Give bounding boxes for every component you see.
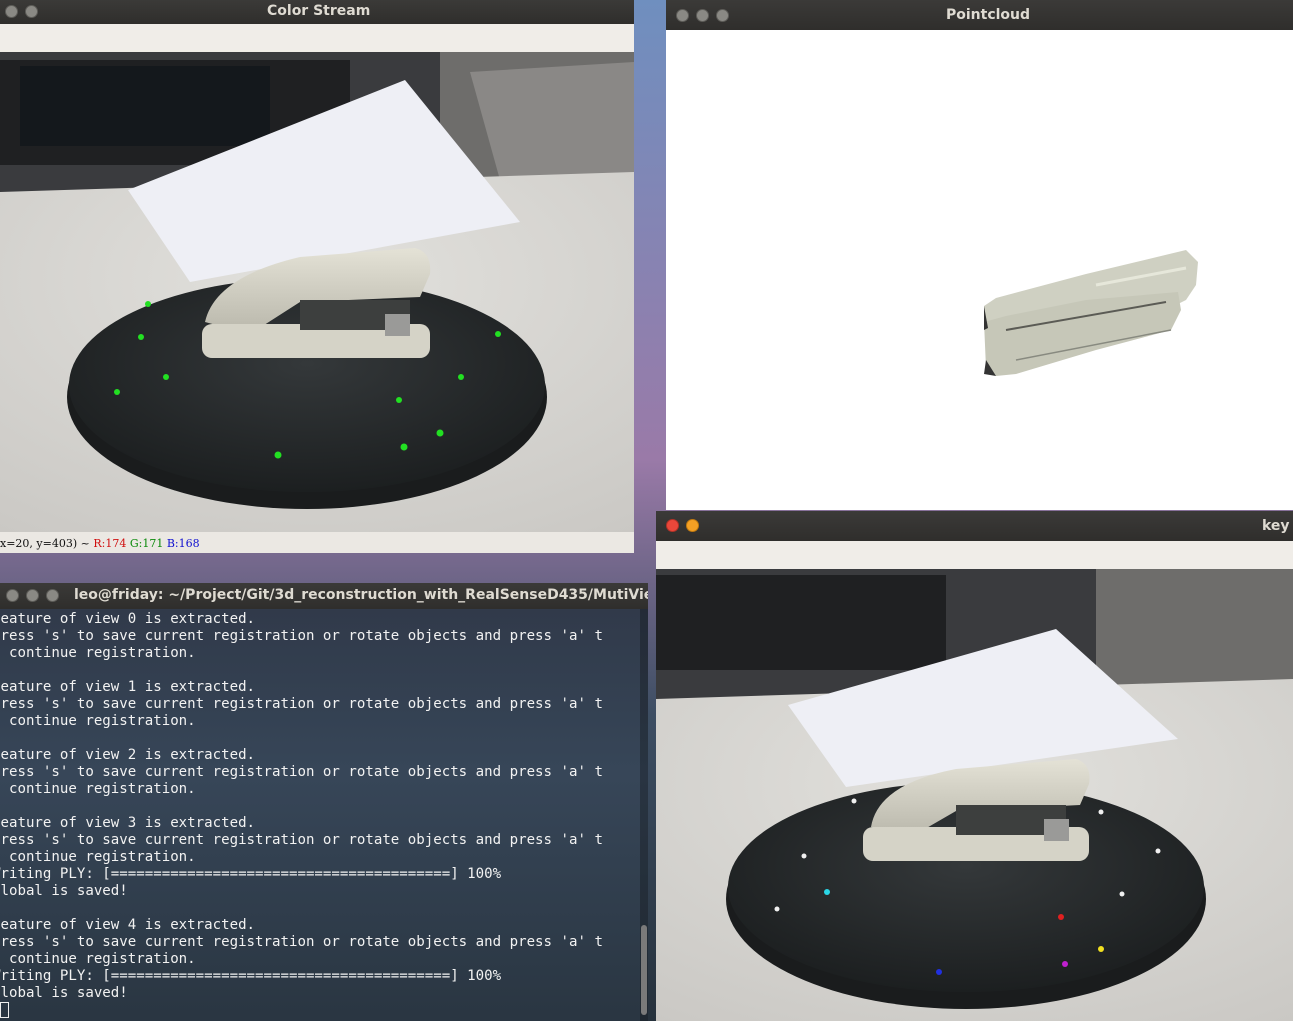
camera-scene [0,52,634,532]
close-button[interactable] [5,5,18,18]
green-value: G:171 [129,537,164,550]
terminal-output[interactable]: feature of view 0 is extracted. press 's'… [0,609,648,1021]
terminal-cursor [0,1002,9,1018]
terminal-line: Writing PLY: [==========================… [0,968,502,984]
minimize-button[interactable] [25,5,38,18]
blue-value: B:168 [166,537,200,550]
maximize-button[interactable] [716,9,729,22]
key-window: key [656,511,1293,1021]
minimize-button[interactable] [686,519,699,532]
image-toolbar [0,24,634,52]
terminal-line: feature of view 4 is extracted. [0,917,256,933]
terminal-line: 4 [0,730,648,747]
terminal-line: feature of view 2 is extracted. [0,747,256,763]
terminal-line: global is saved! [0,883,128,899]
terminal-line: press 's' to save current registration o… [0,764,603,780]
camera-image[interactable] [0,52,634,532]
terminal-scrollbar[interactable] [640,609,648,1021]
terminal-titlebar[interactable]: leo@friday: ~/Project/Git/3d_reconstruct… [0,583,648,609]
window-title: Color Stream [267,3,371,19]
color-stream-window: Color Stream x=20, y=403) ~ R:174 G:171 … [0,0,634,553]
terminal-line: o continue registration. [0,713,196,729]
red-value: R:174 [93,537,127,550]
close-button[interactable] [676,9,689,22]
terminal-line: press 's' to save current registration o… [0,934,603,950]
terminal-line: 5 [0,798,648,815]
pointcloud-window: Pointcloud [666,0,1293,510]
terminal-prompt-line[interactable] [0,1002,648,1019]
window-title: key [1262,518,1290,534]
terminal-line: feature of view 1 is extracted. [0,679,256,695]
pixel-info-status: x=20, y=403) ~ R:174 G:171 B:168 [0,537,200,553]
terminal-line: Writing PLY: [==========================… [0,866,502,882]
terminal-line: 6 [0,900,648,917]
window-title: Pointcloud [946,7,1031,23]
maximize-button[interactable] [46,589,59,602]
terminal-line: press 's' to save current registration o… [0,832,603,848]
minimize-button[interactable] [26,589,39,602]
keypoint-image[interactable] [656,569,1293,1021]
terminal-line: press 's' to save current registration o… [0,696,603,712]
stapler-pointcloud [984,250,1198,376]
terminal-line: feature of view 0 is extracted. [0,611,256,627]
terminal-line: global is saved! [0,985,128,1001]
keypoint-scene [656,569,1293,1021]
terminal-line: o continue registration. [0,781,196,797]
scrollbar-thumb[interactable] [641,925,647,1015]
terminal-line: feature of view 3 is extracted. [0,815,256,831]
pointcloud-titlebar[interactable]: Pointcloud [666,0,1293,30]
minimize-button[interactable] [696,9,709,22]
terminal-line: o continue registration. [0,849,196,865]
terminal-line: o continue registration. [0,645,196,661]
terminal-line: o continue registration. [0,951,196,967]
terminal-window: leo@friday: ~/Project/Git/3d_reconstruct… [0,583,648,1021]
cursor-coords: x=20, y=403) ~ [0,537,90,550]
window-title: leo@friday: ~/Project/Git/3d_reconstruct… [74,587,648,603]
terminal-line: 3 [0,662,648,679]
color-stream-titlebar[interactable]: Color Stream [0,0,634,24]
pointcloud-viewer[interactable] [666,30,1293,510]
close-button[interactable] [666,519,679,532]
close-button[interactable] [6,589,19,602]
key-titlebar[interactable]: key [656,511,1293,541]
terminal-line: press 's' to save current registration o… [0,628,603,644]
image-toolbar [656,541,1293,569]
